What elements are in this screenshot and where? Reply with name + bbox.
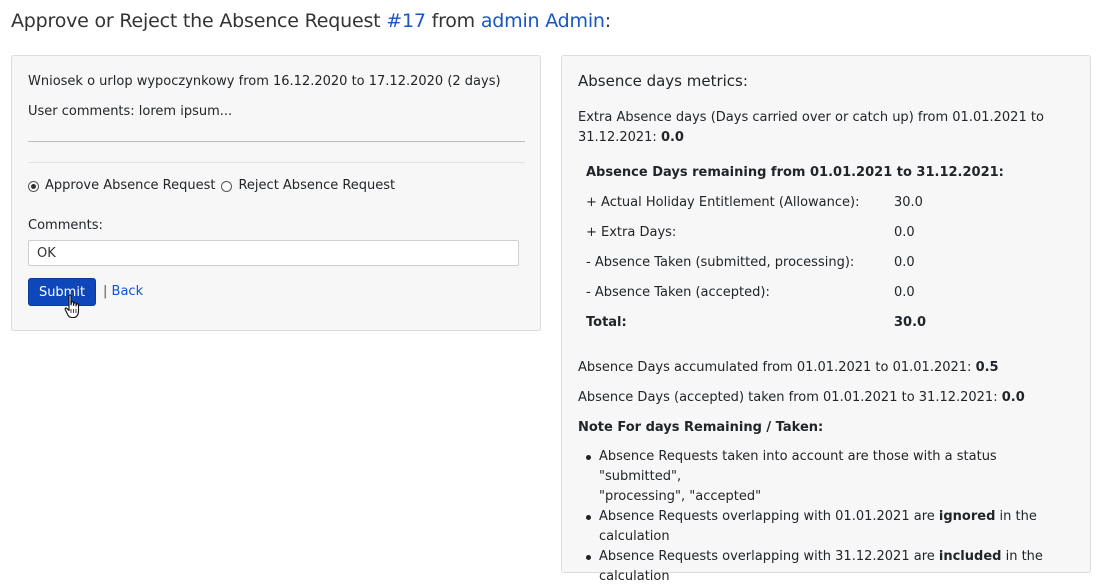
total-label: Total: bbox=[586, 315, 627, 330]
note-text: in the bbox=[1001, 549, 1043, 564]
decision-radio-group: Approve Absence Request Reject Absence R… bbox=[28, 176, 395, 196]
user-name-link[interactable]: admin Admin bbox=[481, 10, 605, 32]
metric-row-label: + Extra Days: bbox=[586, 225, 677, 240]
total-value: 30.0 bbox=[894, 315, 927, 330]
metric-row-value: 30.0 bbox=[894, 195, 923, 210]
extra-days-line: Extra Absence days (Days carried over or… bbox=[578, 110, 1044, 125]
note-text: calculation bbox=[599, 569, 670, 584]
back-nav: | Back bbox=[103, 282, 143, 302]
reject-radio[interactable] bbox=[221, 180, 233, 192]
back-link[interactable]: Back bbox=[112, 284, 144, 299]
metric-row-label: + Actual Holiday Entitlement (Allowance)… bbox=[586, 195, 860, 210]
accumulated-label: Absence Days accumulated from 01.01.2021… bbox=[578, 360, 976, 375]
comments-input[interactable] bbox=[28, 240, 519, 266]
metric-row-value: 0.0 bbox=[894, 225, 915, 240]
taken-label: Absence Days (accepted) taken from 01.01… bbox=[578, 390, 1002, 405]
reject-label[interactable]: Reject Absence Request bbox=[238, 176, 395, 196]
note-list: Absence Requests taken into account are … bbox=[578, 447, 1078, 587]
metrics-title: Absence days metrics: bbox=[578, 72, 748, 90]
title-mid: from bbox=[425, 10, 481, 32]
divider bbox=[28, 162, 525, 163]
note-text: Absence Requests overlapping with 31.12.… bbox=[599, 549, 939, 564]
user-comments: User comments: lorem ipsum... bbox=[28, 104, 233, 119]
request-panel: Wniosek o urlop wypoczynkowy from 16.12.… bbox=[11, 55, 541, 331]
title-suffix: : bbox=[604, 10, 611, 32]
accumulated-value: 0.5 bbox=[975, 360, 999, 375]
metric-row-value: 0.0 bbox=[894, 255, 915, 270]
extra-days-line-2: 31.12.2021: 0.0 bbox=[578, 128, 684, 148]
metric-row-label: - Absence Taken (accepted): bbox=[586, 285, 770, 300]
extra-days-date: 31.12.2021: bbox=[578, 130, 661, 145]
note-bold: ignored bbox=[938, 509, 996, 524]
hand-cursor-icon bbox=[64, 294, 80, 319]
list-item: Absence Requests overlapping with 31.12.… bbox=[578, 547, 1078, 587]
page-title: Approve or Reject the Absence Request #1… bbox=[11, 10, 611, 32]
metrics-panel: Absence days metrics: Extra Absence days… bbox=[561, 55, 1091, 584]
note-bold: included bbox=[938, 549, 1002, 564]
taken-line: Absence Days (accepted) taken from 01.01… bbox=[578, 388, 1025, 408]
submit-button[interactable]: Submit bbox=[28, 278, 96, 306]
request-id-link[interactable]: #17 bbox=[386, 10, 426, 32]
taken-value: 0.0 bbox=[1001, 390, 1025, 405]
note-text: "processing", "accepted" bbox=[599, 489, 762, 504]
metric-row-label: - Absence Taken (submitted, processing): bbox=[586, 255, 855, 270]
separator: | bbox=[103, 284, 108, 299]
note-text: Absence Requests taken into account are … bbox=[599, 449, 997, 484]
request-summary: Wniosek o urlop wypoczynkowy from 16.12.… bbox=[28, 74, 501, 89]
note-text: Absence Requests overlapping with 01.01.… bbox=[599, 509, 939, 524]
comments-label: Comments: bbox=[28, 218, 103, 233]
approve-radio[interactable] bbox=[28, 180, 39, 192]
remaining-header: Absence Days remaining from 01.01.2021 t… bbox=[586, 165, 1004, 180]
list-item: Absence Requests overlapping with 01.01.… bbox=[578, 507, 1078, 547]
list-item: Absence Requests taken into account are … bbox=[578, 447, 1078, 507]
approve-label[interactable]: Approve Absence Request bbox=[45, 176, 215, 196]
metric-row-value: 0.0 bbox=[894, 285, 915, 300]
note-title: Note For days Remaining / Taken: bbox=[578, 420, 824, 435]
extra-days-value: 0.0 bbox=[660, 130, 684, 145]
accumulated-line: Absence Days accumulated from 01.01.2021… bbox=[578, 358, 999, 378]
divider bbox=[28, 141, 525, 142]
title-prefix: Approve or Reject the Absence Request bbox=[11, 10, 387, 32]
